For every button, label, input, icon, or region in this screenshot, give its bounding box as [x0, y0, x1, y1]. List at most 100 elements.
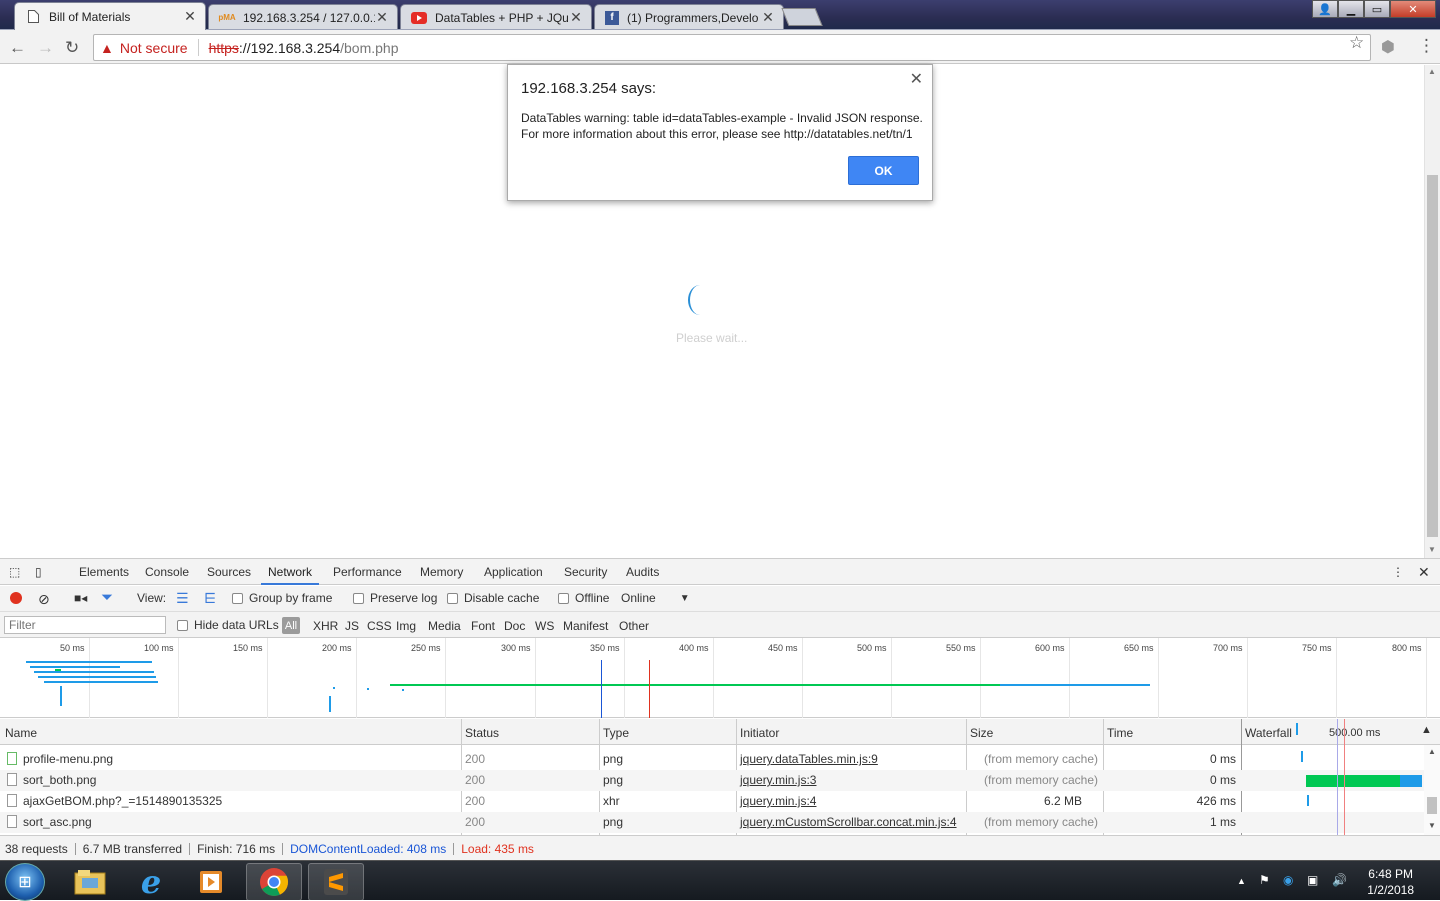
reload-icon[interactable]: ↻	[65, 38, 79, 58]
scroll-down-icon[interactable]: ▼	[1428, 545, 1436, 554]
filter-manifest[interactable]: Manifest	[563, 619, 608, 633]
sublime-text-icon[interactable]	[308, 863, 364, 901]
table-row[interactable]: profile-menu.png 200 png jquery.dataTabl…	[0, 749, 1424, 770]
chrome-icon[interactable]	[246, 863, 302, 901]
extension-icon[interactable]: ⬢	[1381, 37, 1395, 57]
close-window-button[interactable]: ✕	[1390, 0, 1436, 18]
forward-icon[interactable]: →	[37, 38, 54, 58]
hide-data-urls-checkbox[interactable]: Hide data URLs	[177, 618, 279, 632]
maximize-button[interactable]: ▭	[1364, 0, 1390, 18]
tab-console[interactable]: Console	[145, 559, 189, 585]
media-player-icon[interactable]	[183, 863, 239, 901]
tab-application[interactable]: Application	[484, 559, 543, 585]
device-toolbar-icon[interactable]: ▯	[35, 559, 42, 585]
address-bar[interactable]: ▲ Not secure https ://192.168.3.254 /bom…	[93, 34, 1371, 61]
page-scrollbar[interactable]: ▲ ▼	[1424, 65, 1440, 558]
tab-close-icon[interactable]: ✕	[375, 9, 389, 26]
record-icon[interactable]	[10, 592, 22, 604]
column-name[interactable]: Name	[5, 726, 37, 740]
tab-close-icon[interactable]: ✕	[183, 8, 197, 25]
preserve-log-checkbox[interactable]: Preserve log	[353, 591, 437, 605]
filter-ws[interactable]: WS	[535, 619, 554, 633]
bookmark-star-icon[interactable]: ☆	[1349, 33, 1364, 53]
tab-close-icon[interactable]: ✕	[761, 9, 775, 26]
devtools-menu-icon[interactable]: ⋮	[1392, 559, 1404, 585]
inspect-element-icon[interactable]: ⬚	[9, 559, 20, 585]
table-row[interactable]: sort_asc.png 200 png jquery.mCustomScrol…	[0, 812, 1424, 833]
tab-youtube[interactable]: DataTables + PHP + JQu ✕	[400, 4, 592, 30]
column-waterfall[interactable]: Waterfall	[1245, 726, 1292, 740]
filter-font[interactable]: Font	[471, 619, 495, 633]
column-size[interactable]: Size	[970, 726, 993, 740]
tab-elements[interactable]: Elements	[79, 559, 129, 585]
scroll-up-icon[interactable]: ▲	[1428, 747, 1436, 756]
close-icon[interactable]: ✕	[910, 69, 923, 89]
devtools-close-icon[interactable]: ✕	[1418, 559, 1430, 585]
scroll-up-icon[interactable]: ▲	[1428, 67, 1436, 76]
start-button[interactable]: ⊞	[5, 863, 45, 901]
filter-css[interactable]: CSS	[367, 619, 392, 633]
throttling-select[interactable]: Online ▼	[621, 591, 690, 605]
minimize-button[interactable]: ▁	[1338, 0, 1364, 18]
filter-doc[interactable]: Doc	[504, 619, 525, 633]
network-overview[interactable]: 50 ms 100 ms 150 ms 200 ms 250 ms 300 ms 350 m…	[0, 638, 1440, 718]
tab-network[interactable]: Network	[261, 559, 320, 585]
filter-js[interactable]: JS	[345, 619, 359, 633]
column-initiator[interactable]: Initiator	[740, 726, 779, 740]
scrollbar-thumb[interactable]	[1427, 797, 1437, 814]
table-scrollbar[interactable]: ▲ ▼	[1424, 745, 1440, 835]
filter-media[interactable]: Media	[428, 619, 461, 633]
tab-phpmyadmin[interactable]: pMA 192.168.3.254 / 127.0.0.1 ✕	[208, 4, 398, 30]
table-row[interactable]: sort_both.png 200 png jquery.min.js:3 (f…	[0, 770, 1424, 791]
new-tab-button[interactable]	[781, 8, 823, 26]
table-row[interactable]: ajaxGetBOM.php?_=1514890135325 200 xhr j…	[0, 791, 1424, 812]
sort-up-icon[interactable]: ▲	[1421, 724, 1432, 736]
disable-cache-checkbox[interactable]: Disable cache	[447, 591, 539, 605]
action-center-flag-icon[interactable]: ⚑	[1259, 873, 1270, 887]
scrollbar-thumb[interactable]	[1427, 175, 1438, 537]
back-icon[interactable]: ←	[9, 38, 26, 58]
tab-security[interactable]: Security	[564, 559, 607, 585]
tab-sources[interactable]: Sources	[207, 559, 251, 585]
filter-all[interactable]: All	[282, 617, 300, 634]
request-initiator-link[interactable]: jquery.min.js:4	[740, 794, 816, 808]
group-by-frame-checkbox[interactable]: Group by frame	[232, 591, 332, 605]
clear-icon[interactable]: ⊘	[38, 591, 50, 608]
tab-close-icon[interactable]: ✕	[569, 9, 583, 26]
request-initiator-link[interactable]: jquery.mCustomScrollbar.concat.min.js:4	[740, 815, 957, 829]
offline-checkbox[interactable]: Offline	[558, 591, 609, 605]
security-label[interactable]: Not secure	[120, 40, 188, 56]
tab-performance[interactable]: Performance	[333, 559, 402, 585]
loading-text: Please wait...	[676, 331, 748, 345]
menu-dots-icon[interactable]: ⋮	[1418, 36, 1435, 56]
scroll-down-icon[interactable]: ▼	[1428, 821, 1436, 830]
request-initiator-link[interactable]: jquery.min.js:3	[740, 773, 816, 787]
tray-expand-icon[interactable]: ▲	[1237, 876, 1246, 886]
request-initiator-link[interactable]: jquery.dataTables.min.js:9	[740, 752, 878, 766]
network-icon[interactable]: ▣	[1307, 873, 1318, 887]
volume-icon[interactable]: 🔊	[1332, 873, 1347, 887]
browser-tab-strip: Bill of Materials ✕ pMA 192.168.3.254 / …	[0, 0, 1440, 30]
ok-button[interactable]: OK	[848, 156, 919, 185]
column-time[interactable]: Time	[1107, 726, 1133, 740]
filter-other[interactable]: Other	[619, 619, 649, 633]
large-rows-icon[interactable]: ☰	[176, 590, 189, 607]
filter-xhr[interactable]: XHR	[313, 619, 338, 633]
column-type[interactable]: Type	[603, 726, 629, 740]
system-clock[interactable]: 6:48 PM 1/2/2018	[1367, 866, 1414, 898]
tab-bill-of-materials[interactable]: Bill of Materials ✕	[14, 2, 206, 30]
warning-icon[interactable]: ▲	[100, 40, 114, 56]
network-app-icon[interactable]: ◉	[1283, 873, 1293, 887]
internet-explorer-icon[interactable]: e	[123, 863, 179, 901]
file-explorer-icon[interactable]	[62, 863, 118, 901]
tab-memory[interactable]: Memory	[420, 559, 463, 585]
tab-facebook[interactable]: f (1) Programmers,Develo ✕	[594, 4, 784, 30]
overview-icon[interactable]: ⋿	[204, 590, 216, 607]
camera-icon[interactable]: ■◂	[74, 591, 87, 605]
filter-img[interactable]: Img	[396, 619, 416, 633]
filter-icon[interactable]: ⏷	[101, 589, 113, 606]
filter-input[interactable]	[4, 616, 166, 634]
tab-audits[interactable]: Audits	[626, 559, 659, 585]
column-status[interactable]: Status	[465, 726, 499, 740]
user-icon[interactable]: 👤	[1312, 0, 1338, 18]
